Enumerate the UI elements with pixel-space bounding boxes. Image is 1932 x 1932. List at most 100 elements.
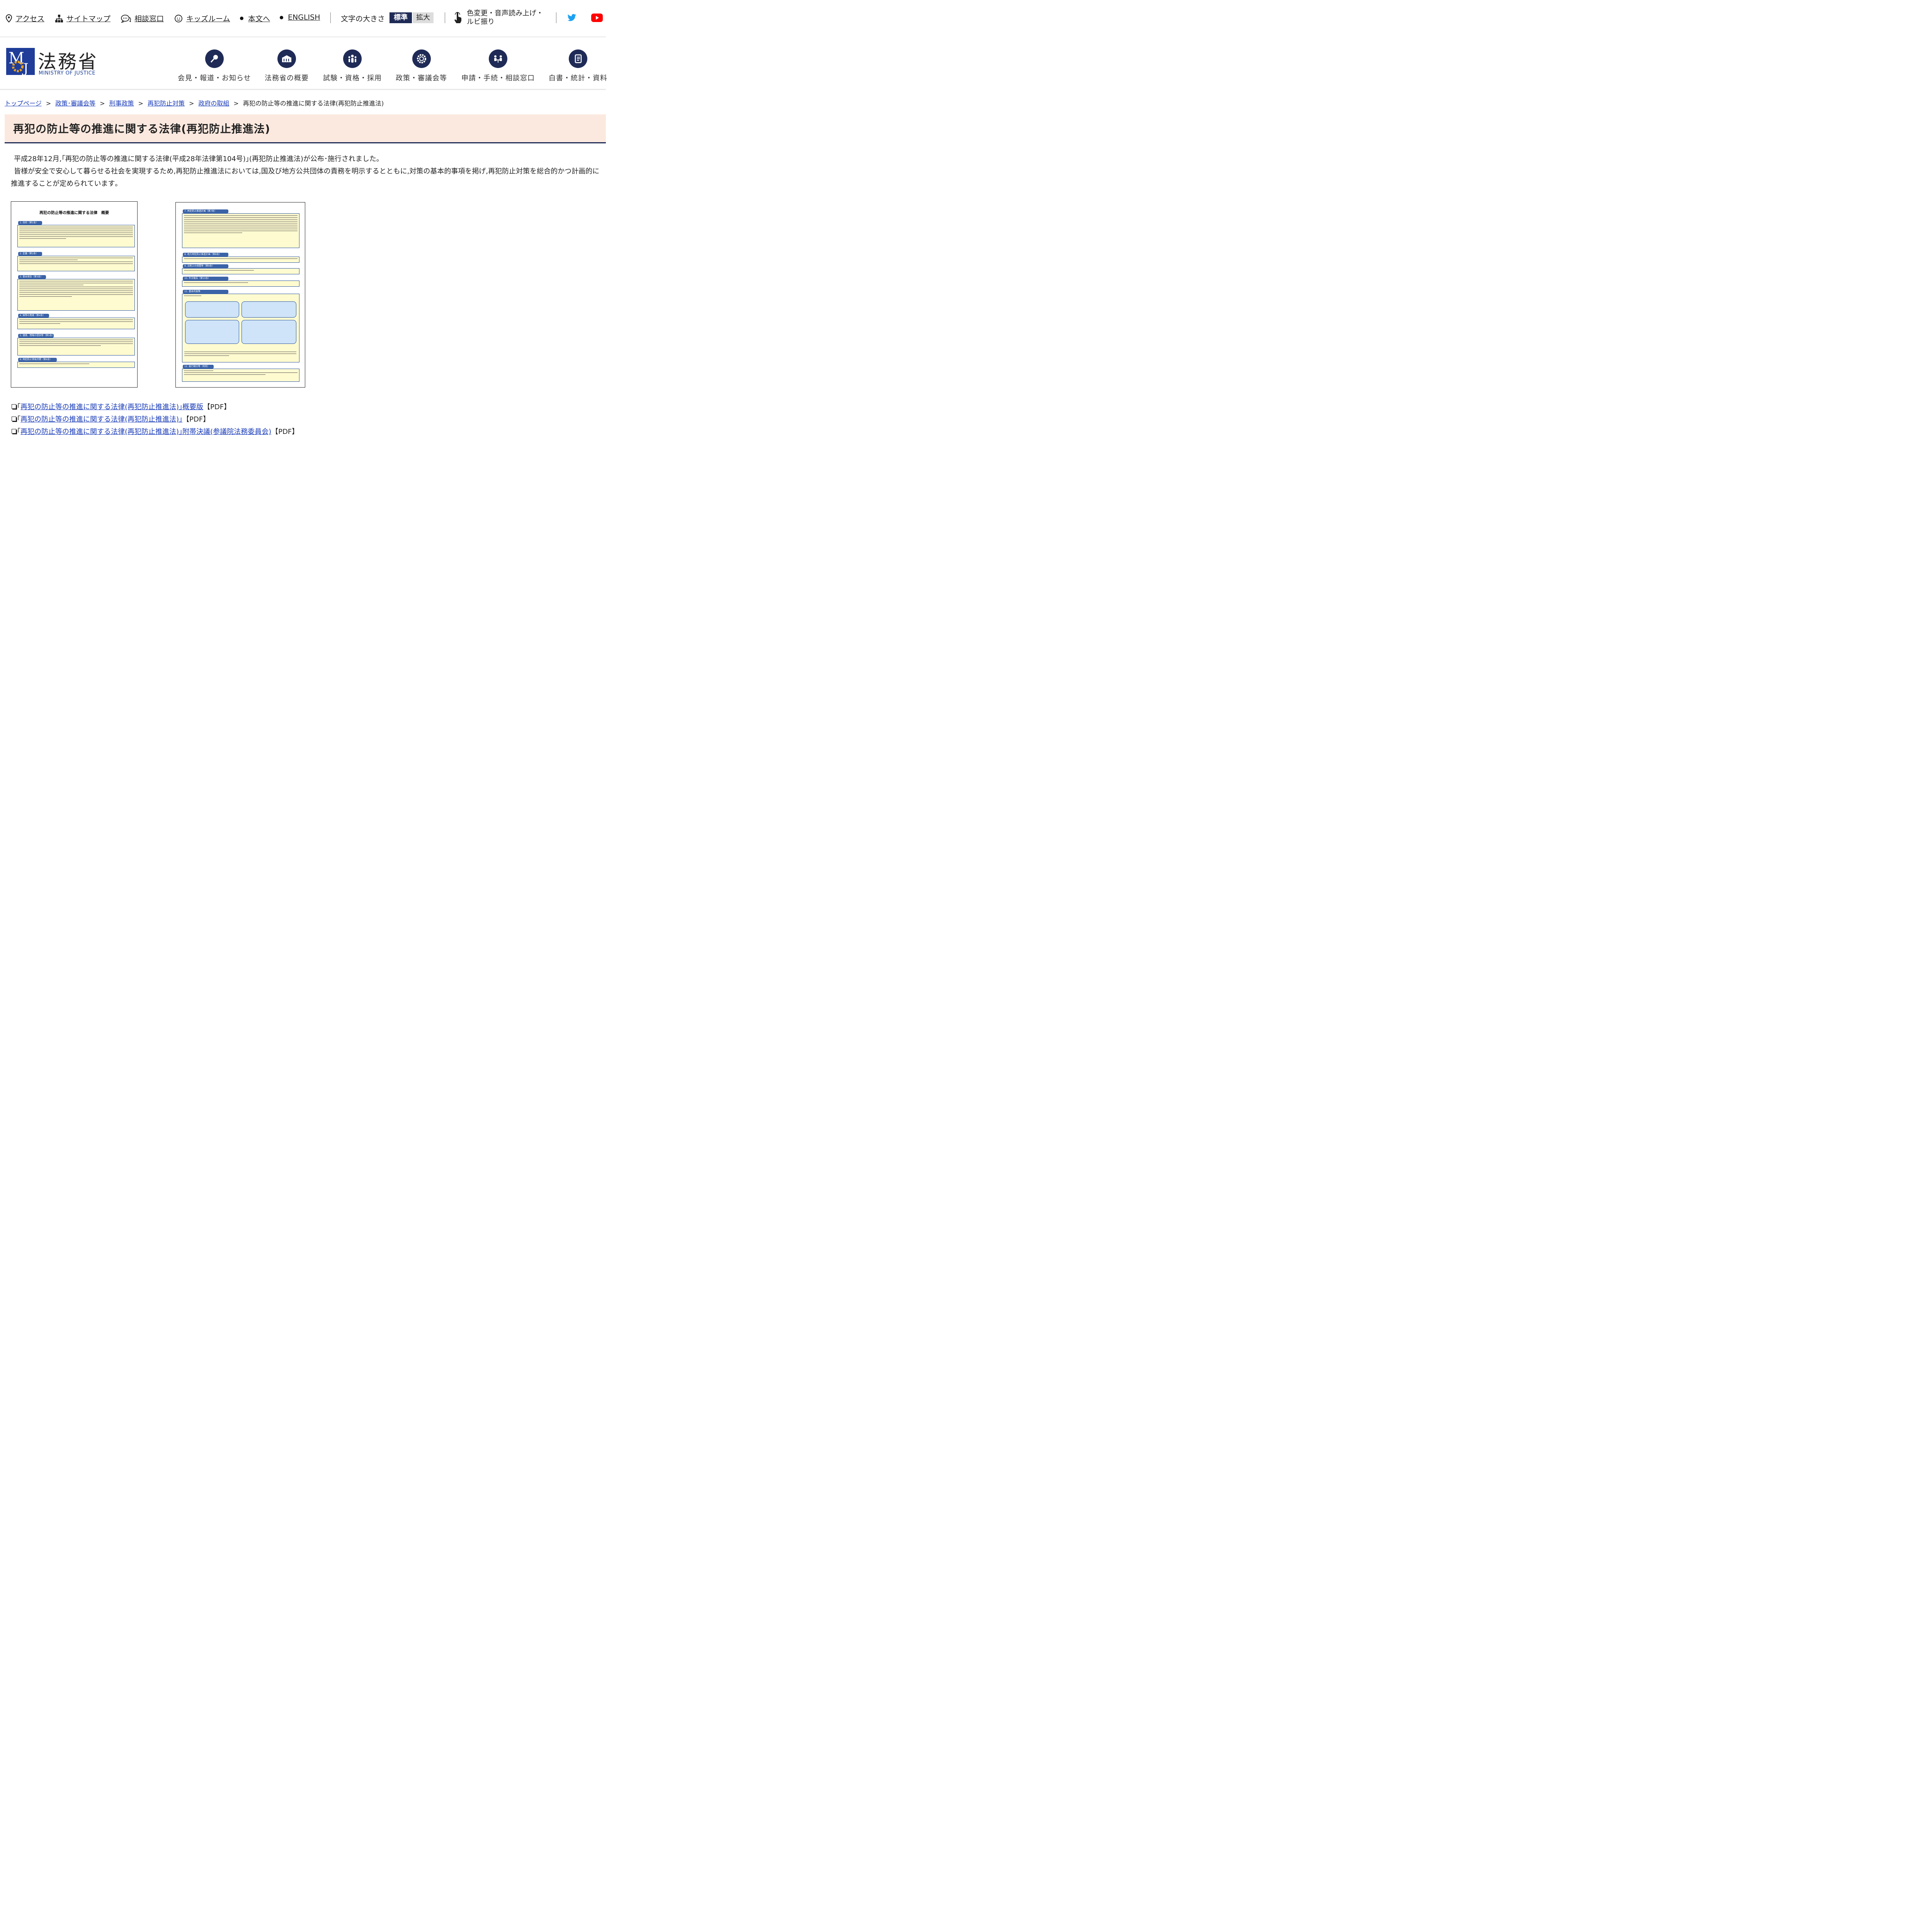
summary-image-page-2[interactable]: 7. 再犯防止推進計画（第7条） 8. 地方再犯防止推進計画（第8条） 9. 法… (175, 202, 305, 388)
building-icon (277, 49, 296, 68)
gnav-about[interactable]: 法務省の概要 (265, 49, 309, 83)
font-large-button[interactable]: 拡大 (413, 12, 434, 23)
doc-section-tab: 10. 年次報告（第10条） (183, 277, 228, 281)
doc-policy-box (185, 301, 239, 318)
twitter-icon[interactable] (567, 14, 577, 23)
sitemap-icon (55, 14, 63, 23)
breadcrumb-government[interactable]: 政府の取組 (198, 100, 229, 107)
doc-section-tab: 8. 地方再犯防止推進計画（第8条） (183, 253, 228, 257)
hand-pointer-icon[interactable] (454, 12, 462, 26)
doc-section-tab: 5. 連携、情報の提供等（第5条） (18, 334, 54, 338)
youtube-icon[interactable] (591, 13, 603, 24)
doc-section-box (17, 362, 135, 368)
location-pin-icon (5, 14, 12, 23)
doc-policy-box (185, 320, 239, 344)
bullet-icon (240, 17, 243, 20)
page-title-box: 再犯の防止等の推進に関する法律(再犯防止推進法) (5, 114, 606, 142)
doc-section-tab: 6. 再犯防止啓発月間（第6条） (18, 358, 57, 362)
gnav-policy[interactable]: 政策・審議会等 (396, 49, 447, 83)
breadcrumb-separator: > (138, 100, 143, 107)
pdf-link-resolution-anchor[interactable]: 再犯の防止等の推進に関する法律(再犯防止推進法)｣附帯決議(参議院法務委員会) (20, 428, 271, 436)
doc-policy-box (242, 301, 296, 318)
smiley-face-icon (174, 14, 183, 23)
pdf-link-law: ｢再犯の防止等の推進に関する法律(再犯防止推進法)｣【PDF】 (12, 414, 210, 424)
sitemap-link[interactable]: サイトマップ (55, 13, 111, 24)
doc-policy-box (242, 320, 296, 344)
utility-bar: アクセス サイトマップ 相談窓口 キッズルーム 本文へ ENGLISH 文字の大… (0, 0, 606, 37)
doc-section-tab: 7. 再犯防止推進計画（第7条） (183, 209, 228, 213)
doc-section-tab: 11. 基本的施策 (183, 290, 228, 294)
intro-paragraph-1: 平成28年12月,｢再犯の防止等の推進に関する法律(平成28年法律第104号)｣… (14, 155, 380, 163)
english-link[interactable]: ENGLISH (280, 13, 320, 22)
divider (330, 12, 331, 23)
consultation-icon (489, 49, 507, 68)
breadcrumb: トップページ > 政策･審議会等 > 刑事政策 > 再犯防止対策 > 政府の取組 > 再犯の防止等の… (5, 98, 384, 107)
accessibility-link[interactable]: 色変更・音声読み上げ・ ルビ振り (467, 9, 552, 26)
breadcrumb-separator: > (46, 100, 51, 107)
doc-local-measures (184, 350, 296, 356)
moj-logo[interactable]: M J (6, 48, 35, 77)
consult-link[interactable]: 相談窓口 (121, 13, 164, 24)
breadcrumb-policy[interactable]: 政策･審議会等 (55, 100, 95, 107)
pdf-link-resolution: ｢再犯の防止等の推進に関する法律(再犯防止推進法)｣附帯決議(参議院法務委員会)… (12, 426, 299, 436)
gnav-press[interactable]: 会見・報道・お知らせ (178, 49, 251, 83)
gnav-applications[interactable]: 申請・手続・相談窓口 (461, 49, 535, 83)
doc-section-box (182, 268, 299, 274)
checkbox-square-icon (12, 417, 16, 421)
gnav-whitepaper[interactable]: 白書・統計・資料 (549, 49, 607, 83)
pdf-link-summary: ｢再犯の防止等の推進に関する法律(再犯防止推進法)｣概要版【PDF】 (12, 401, 231, 412)
doc-section-tab: 1. 目的（第1条） (18, 221, 42, 225)
doc-section-tab: 4. 国等の責務（第4条） (18, 314, 49, 318)
doc-section-box (17, 318, 135, 329)
breadcrumb-current: 再犯の防止等の推進に関する法律(再犯防止推進法) (243, 100, 384, 107)
doc-section-box (17, 225, 135, 247)
breadcrumb-top[interactable]: トップページ (5, 100, 42, 107)
title-underline (5, 142, 606, 143)
doc-section-box (17, 256, 135, 271)
pdf-link-prefix: ｢ (17, 415, 20, 423)
breadcrumb-separator: > (100, 100, 105, 107)
breadcrumb-separator: > (189, 100, 194, 107)
checkbox-square-icon (12, 429, 16, 434)
doc-section-box (17, 279, 135, 311)
kids-room-link[interactable]: キッズルーム (174, 13, 230, 24)
pdf-tag: 【PDF】 (203, 403, 231, 411)
doc-section-box (182, 369, 299, 382)
bullet-icon (280, 15, 283, 19)
pdf-link-summary-anchor[interactable]: 再犯の防止等の推進に関する法律(再犯防止推進法)｣概要版 (20, 403, 203, 411)
pdf-link-prefix: ｢ (17, 428, 20, 436)
doc-section-box (17, 338, 135, 355)
page-title: 再犯の防止等の推進に関する法律(再犯防止推進法) (13, 122, 270, 135)
font-standard-button[interactable]: 標準 (389, 12, 412, 23)
skip-to-body-link[interactable]: 本文へ (240, 13, 270, 24)
doc-section-tab: 3. 基本理念（第3条） (18, 275, 46, 279)
gnav-exams[interactable]: 試験・資格・採用 (323, 49, 382, 83)
doc-section-tab: 2. 定義（第2条） (18, 252, 42, 256)
microphone-icon (205, 49, 224, 68)
document-icon (569, 49, 587, 68)
chat-bubble-icon (121, 14, 131, 23)
gear-icon (412, 49, 431, 68)
access-link[interactable]: アクセス (5, 13, 44, 24)
logo-subtitle: MINISTRY OF JUSTICE (39, 70, 96, 76)
breadcrumb-criminal-policy[interactable]: 刑事政策 (109, 100, 134, 107)
summary-image-heading: 再犯の防止等の推進に関する法律 概要 (39, 211, 109, 215)
summary-image-page-1[interactable]: 再犯の防止等の推進に関する法律 概要 1. 目的（第1条） 2. 定義（第2条）… (11, 201, 138, 388)
doc-section-box (182, 257, 299, 263)
breadcrumb-separator: > (233, 100, 239, 107)
logo-title: 法務省 (38, 51, 99, 73)
breadcrumb-recidivism[interactable]: 再犯防止対策 (148, 100, 185, 107)
checkbox-square-icon (12, 404, 16, 409)
pdf-link-prefix: ｢ (17, 403, 20, 411)
svg-text:M: M (9, 49, 24, 67)
header-divider (0, 89, 606, 90)
svg-text:J: J (22, 61, 29, 75)
intro-paragraph-2: 皆様が安全で安心して暮らせる社会を実現するため,再犯防止推進法においては,国及び… (11, 167, 600, 188)
pdf-link-law-anchor[interactable]: 再犯の防止等の推進に関する法律(再犯防止推進法)｣ (20, 415, 182, 423)
doc-section-tab: 12. 施行期日等（附則） (183, 365, 214, 369)
doc-section-box (182, 213, 299, 248)
doc-section-box (182, 281, 299, 287)
font-size-label: 文字の大きさ (341, 15, 385, 23)
people-icon (343, 49, 362, 68)
doc-section-tab: 9. 法制上の措置等（第9条） (183, 264, 228, 268)
